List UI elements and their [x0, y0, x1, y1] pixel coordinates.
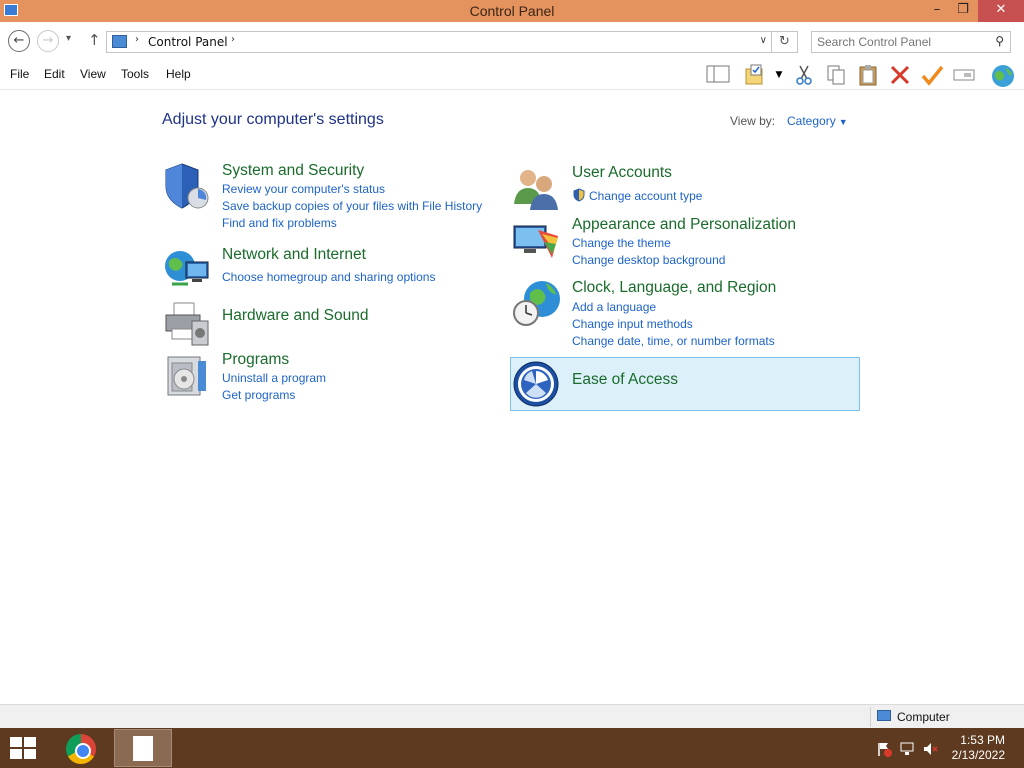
properties-dropdown-icon[interactable]: ▼	[772, 64, 786, 86]
menu-bar: File Edit View Tools Help ▼	[0, 60, 1024, 90]
category-title[interactable]: User Accounts	[572, 164, 672, 182]
back-button[interactable]: ←	[8, 30, 30, 52]
change-theme-link[interactable]: Change the theme	[572, 236, 671, 250]
category-title[interactable]: Hardware and Sound	[222, 307, 369, 325]
category-title[interactable]: Ease of Access	[572, 371, 678, 389]
address-bar[interactable]: › Control Panel › ∨	[106, 31, 772, 53]
control-panel-task-button[interactable]	[114, 729, 172, 767]
chevron-down-icon[interactable]: ▼	[839, 117, 848, 127]
rename-icon[interactable]	[952, 64, 976, 86]
category-title[interactable]: Clock, Language, and Region	[572, 279, 776, 297]
recent-locations-button[interactable]: ▾	[66, 33, 71, 44]
category-programs: Programs Uninstall a program Get program…	[162, 351, 502, 405]
globe-icon[interactable]	[990, 64, 1014, 87]
control-panel-icon	[112, 35, 127, 48]
cut-icon[interactable]	[792, 64, 816, 86]
search-icon[interactable]: ⚲	[995, 34, 1004, 48]
menu-view[interactable]: View	[80, 67, 106, 81]
clock[interactable]: 1:53 PM 2/13/2022	[945, 733, 1005, 763]
uninstall-program-link[interactable]: Uninstall a program	[222, 371, 326, 385]
category-title[interactable]: Programs	[222, 351, 289, 369]
start-button[interactable]	[10, 737, 38, 759]
get-programs-link[interactable]: Get programs	[222, 388, 295, 402]
breadcrumb-separator[interactable]: ›	[231, 34, 235, 45]
address-bar-row: ← → ▾ ↑ › Control Panel › ∨ ↻ ⚲	[0, 22, 1024, 60]
layout-icon[interactable]	[706, 64, 730, 86]
properties-icon[interactable]	[744, 64, 768, 86]
menu-file[interactable]: File	[10, 67, 29, 81]
menu-help[interactable]: Help	[166, 67, 191, 81]
menu-tools[interactable]: Tools	[121, 67, 149, 81]
change-date-time-formats-link[interactable]: Change date, time, or number formats	[572, 334, 775, 348]
window-title: Control Panel	[469, 3, 555, 19]
network-icon[interactable]	[899, 741, 915, 761]
checkmark-icon[interactable]	[920, 64, 944, 86]
appearance-icon[interactable]	[512, 216, 562, 264]
status-bar: Computer	[0, 704, 1024, 728]
clock-globe-icon[interactable]	[512, 279, 562, 327]
view-by-value[interactable]: Category	[787, 114, 836, 128]
document-icon	[133, 736, 153, 761]
search-input[interactable]	[817, 35, 987, 49]
printer-icon[interactable]	[162, 299, 212, 347]
computer-icon	[877, 710, 891, 721]
category-title[interactable]: Network and Internet	[222, 246, 366, 264]
add-language-link[interactable]: Add a language	[572, 300, 656, 314]
page-title: Adjust your computer's settings	[162, 111, 384, 128]
ease-of-access-icon[interactable]	[512, 360, 562, 408]
delete-icon[interactable]	[888, 64, 912, 86]
change-input-methods-link[interactable]: Change input methods	[572, 317, 693, 331]
uac-shield-icon[interactable]	[572, 188, 586, 205]
breadcrumb-control-panel[interactable]: Control Panel	[148, 35, 228, 49]
find-fix-problems-link[interactable]: Find and fix problems	[222, 216, 337, 230]
volume-muted-icon[interactable]	[922, 741, 938, 761]
main-content: Adjust your computer's settings View by:…	[0, 90, 1024, 704]
category-title[interactable]: System and Security	[222, 162, 364, 180]
change-account-type-link[interactable]: Change account type	[589, 189, 702, 203]
category-system-security: System and Security Review your computer…	[162, 162, 502, 232]
category-hardware-sound: Hardware and Sound	[162, 299, 502, 349]
shield-icon[interactable]	[162, 162, 212, 210]
view-by-dropdown[interactable]: Category ▼	[787, 114, 848, 128]
menu-edit[interactable]: Edit	[44, 67, 65, 81]
forward-button[interactable]: →	[37, 30, 59, 52]
clock-date: 2/13/2022	[951, 748, 1005, 762]
homegroup-sharing-link[interactable]: Choose homegroup and sharing options	[222, 270, 435, 284]
category-clock-language-region: Clock, Language, and Region Add a langua…	[512, 279, 852, 349]
status-location: Computer	[897, 710, 950, 724]
category-appearance: Appearance and Personalization Change th…	[512, 216, 852, 270]
category-user-accounts: User Accounts Change account type	[512, 164, 852, 212]
category-ease-of-access: Ease of Access	[512, 360, 852, 410]
programs-icon[interactable]	[162, 351, 212, 399]
taskbar: 1:53 PM 2/13/2022	[0, 728, 1024, 768]
paste-icon[interactable]	[856, 64, 880, 86]
file-history-link[interactable]: Save backup copies of your files with Fi…	[222, 199, 482, 213]
maximize-button[interactable]: ❐	[948, 0, 978, 22]
category-network-internet: Network and Internet Choose homegroup an…	[162, 246, 502, 296]
close-button[interactable]: ✕	[978, 0, 1024, 22]
refresh-button[interactable]: ↻	[772, 31, 798, 53]
network-globe-icon[interactable]	[162, 246, 212, 294]
title-bar: Control Panel – ❐ ✕	[0, 0, 1024, 22]
action-center-flag-icon[interactable]	[876, 741, 892, 761]
search-box[interactable]: ⚲	[811, 31, 1011, 53]
breadcrumb-separator[interactable]: ›	[135, 34, 139, 45]
change-desktop-background-link[interactable]: Change desktop background	[572, 253, 725, 267]
clock-time: 1:53 PM	[960, 733, 1005, 747]
view-by-label: View by:	[730, 114, 776, 128]
chrome-icon[interactable]	[66, 734, 96, 764]
copy-icon[interactable]	[824, 64, 848, 86]
users-icon[interactable]	[512, 164, 562, 212]
up-button[interactable]: ↑	[88, 31, 101, 49]
category-title[interactable]: Appearance and Personalization	[572, 216, 796, 234]
address-dropdown-icon[interactable]: ∨	[760, 35, 767, 46]
status-divider	[870, 707, 871, 727]
review-status-link[interactable]: Review your computer's status	[222, 182, 385, 196]
